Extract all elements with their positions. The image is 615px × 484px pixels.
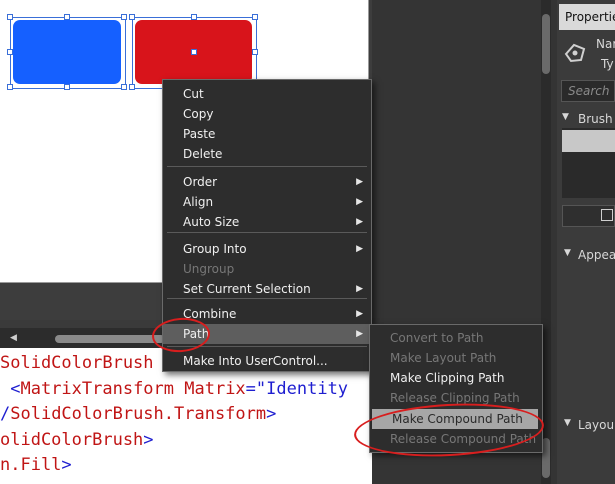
menu-separator	[167, 232, 367, 233]
scroll-left-icon[interactable]: ◀	[10, 333, 17, 343]
menu-item-label: Group Into	[183, 242, 247, 256]
code-token: Matrix	[174, 378, 246, 399]
triangle-down-icon[interactable]: ▼	[562, 112, 569, 122]
resize-handle[interactable]	[64, 84, 70, 90]
brush-editor-toolbar[interactable]	[562, 205, 615, 227]
code-token: <	[0, 378, 21, 399]
code-token: Identity	[266, 378, 349, 399]
scrollbar-thumb[interactable]	[55, 335, 165, 343]
submenu-item-convert-to-path: Convert to Path	[370, 328, 542, 348]
chevron-right-icon: ▶	[356, 284, 363, 294]
submenu-item-make-clipping-path[interactable]: Make Clipping Path	[370, 368, 542, 388]
menu-item-label: Cut	[183, 87, 204, 101]
menu-item-paste[interactable]: Paste	[163, 124, 371, 144]
menu-item-label: Delete	[183, 147, 223, 161]
code-line[interactable]: /SolidColorBrush.Transform>	[0, 402, 276, 428]
menu-item-cut[interactable]: Cut	[163, 84, 371, 104]
eyedropper-icon[interactable]	[601, 209, 613, 221]
brushes-header[interactable]: Brush	[578, 112, 613, 126]
selection-box-blue	[10, 17, 126, 89]
menu-item-order[interactable]: Order ▶	[163, 172, 371, 192]
type-label: Ty	[601, 57, 614, 71]
chevron-right-icon: ▶	[356, 244, 363, 254]
resize-handle[interactable]	[252, 49, 258, 55]
menu-item-label: Ungroup	[183, 262, 235, 276]
triangle-down-icon[interactable]: ▼	[564, 248, 571, 258]
appearance-header[interactable]: Appea	[578, 248, 615, 262]
menu-item-set-current-selection[interactable]: Set Current Selection ▶	[163, 279, 371, 299]
chevron-right-icon: ▶	[356, 177, 363, 187]
code-line[interactable]: <MatrixTransform Matrix="Identity	[0, 377, 348, 403]
chevron-right-icon: ▶	[356, 217, 363, 227]
search-input[interactable]: Search	[561, 80, 615, 102]
center-point-handle[interactable]	[191, 49, 197, 55]
code-token: ="	[245, 378, 267, 399]
code-line[interactable]: olidColorBrush>	[0, 428, 154, 454]
code-line[interactable]: SolidColorBrush	[0, 351, 154, 377]
vertical-scrollbar-thumb[interactable]	[542, 14, 550, 74]
tab-properties[interactable]: Propertie	[559, 4, 615, 30]
submenu-item-make-layout-path: Make Layout Path	[370, 348, 542, 368]
resize-handle[interactable]	[129, 14, 135, 20]
submenu-item-label: Make Clipping Path	[390, 371, 505, 385]
code-token: SolidColorBrush	[0, 353, 154, 373]
tab-label: Propertie	[565, 10, 615, 24]
menu-item-copy[interactable]: Copy	[163, 104, 371, 124]
menu-item-auto-size[interactable]: Auto Size ▶	[163, 212, 371, 232]
brush-swatch-selected[interactable]	[562, 130, 615, 152]
resize-handle[interactable]	[121, 84, 127, 90]
code-token: >	[266, 404, 277, 424]
menu-item-label: Order	[183, 175, 218, 189]
code-token: olidColorBrush	[0, 429, 144, 450]
layout-header[interactable]: Layou	[578, 418, 614, 432]
code-token: SolidColorBrush.Transform	[10, 404, 267, 424]
resize-handle[interactable]	[121, 14, 127, 20]
menu-item-label: Make Into UserControl...	[183, 354, 328, 368]
menu-item-make-into-usercontrol[interactable]: Make Into UserControl...	[163, 351, 371, 371]
chevron-right-icon: ▶	[356, 329, 363, 339]
menu-separator	[167, 166, 367, 167]
resize-handle[interactable]	[7, 14, 13, 20]
menu-item-label: Align	[183, 195, 214, 209]
search-placeholder: Search	[568, 84, 610, 98]
resize-handle[interactable]	[7, 84, 13, 90]
pen-tool-icon	[562, 40, 588, 66]
properties-panel	[557, 0, 615, 484]
menu-item-align[interactable]: Align ▶	[163, 192, 371, 212]
menu-item-label: Paste	[183, 127, 216, 141]
menu-item-label: Copy	[183, 107, 214, 121]
chevron-right-icon: ▶	[356, 197, 363, 207]
menu-item-label: Set Current Selection	[183, 282, 311, 296]
menu-item-delete[interactable]: Delete	[163, 144, 371, 164]
menu-item-ungroup: Ungroup	[163, 259, 371, 279]
name-label: Nar	[596, 37, 615, 51]
code-line[interactable]: n.Fill>	[0, 453, 72, 479]
resize-handle[interactable]	[7, 49, 13, 55]
menu-item-label: Auto Size	[183, 215, 240, 229]
code-token: n.Fill	[0, 455, 62, 475]
submenu-item-label: Convert to Path	[390, 331, 484, 345]
resize-handle[interactable]	[191, 14, 197, 20]
code-token: MatrixTransform	[20, 378, 175, 399]
menu-item-group-into[interactable]: Group Into ▶	[163, 239, 371, 259]
chevron-right-icon: ▶	[356, 309, 363, 319]
resize-handle[interactable]	[252, 14, 258, 20]
code-token: >	[143, 429, 154, 450]
submenu-item-label: Make Layout Path	[390, 351, 497, 365]
resize-handle[interactable]	[64, 14, 70, 20]
code-token: /	[0, 404, 11, 424]
vertical-scrollbar-thumb-lower[interactable]	[542, 438, 550, 478]
triangle-down-icon[interactable]: ▼	[564, 418, 571, 428]
code-token: >	[61, 455, 72, 475]
resize-handle[interactable]	[129, 84, 135, 90]
